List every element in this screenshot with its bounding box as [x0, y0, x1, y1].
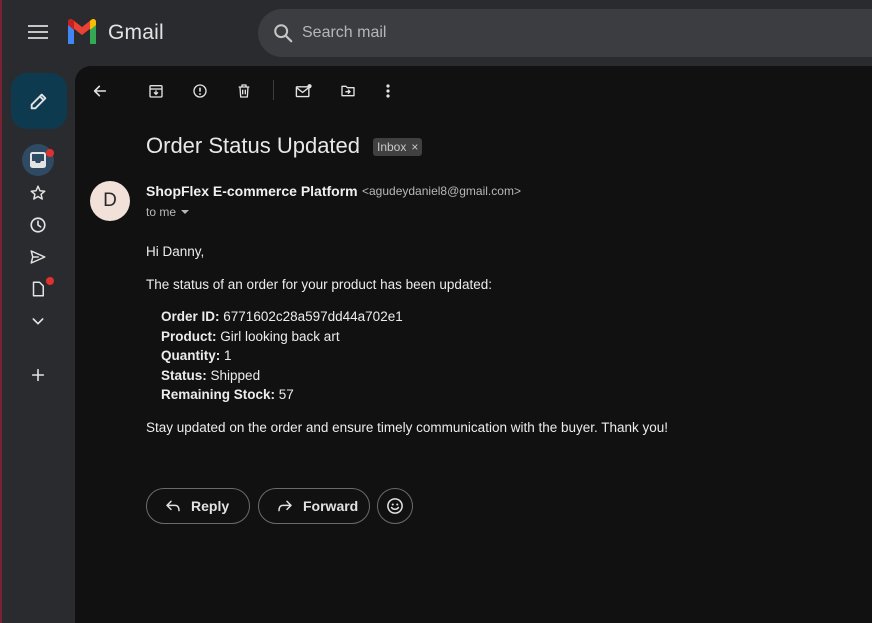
rail-item-create-label[interactable]: [22, 359, 54, 391]
archive-button[interactable]: [142, 78, 170, 104]
recipient-text: to me: [146, 205, 177, 219]
detail-key: Order ID:: [161, 309, 220, 324]
forward-button[interactable]: Forward: [258, 488, 370, 524]
app-brand-name: Gmail: [108, 21, 164, 44]
detail-key: Product:: [161, 329, 217, 344]
remove-label-button[interactable]: ×: [411, 140, 418, 154]
document-icon: [32, 281, 44, 297]
hamburger-menu-icon: [28, 25, 48, 39]
detail-key: Quantity:: [161, 348, 221, 363]
detail-value: Girl looking back art: [220, 329, 340, 344]
detail-product: Product: Girl looking back art: [161, 329, 340, 344]
detail-status: Status: Shipped: [161, 368, 260, 383]
report-spam-button[interactable]: [186, 78, 214, 104]
inbox-icon: [30, 152, 46, 168]
drafts-notification-dot: [46, 277, 54, 285]
trash-icon: [238, 84, 250, 98]
mark-unread-button[interactable]: [290, 78, 318, 104]
detail-value: 1: [224, 348, 232, 363]
search-input[interactable]: [302, 21, 602, 45]
plus-icon: [31, 368, 45, 382]
pencil-icon: [30, 93, 47, 110]
more-options-button[interactable]: [374, 78, 402, 104]
mark-unread-icon: [295, 84, 312, 98]
emoji-reaction-button[interactable]: [377, 488, 413, 524]
detail-key: Status:: [161, 368, 207, 383]
rail-item-starred[interactable]: [22, 177, 54, 209]
main-menu-button[interactable]: [22, 18, 54, 46]
rail-item-more[interactable]: [22, 305, 54, 337]
label-chip-text: Inbox: [377, 140, 407, 154]
rail-item-inbox[interactable]: [22, 144, 54, 176]
compose-button[interactable]: [11, 73, 67, 129]
email-intro: The status of an order for your product …: [146, 277, 492, 292]
rail-item-sent[interactable]: [22, 241, 54, 273]
caret-down-icon: [181, 210, 190, 214]
detail-value: 57: [278, 387, 294, 402]
search-icon[interactable]: [272, 22, 294, 44]
star-icon: [30, 185, 46, 200]
back-arrow-icon: [93, 85, 107, 97]
clock-icon: [30, 217, 46, 233]
reply-button[interactable]: Reply: [146, 488, 250, 524]
inbox-label-chip[interactable]: Inbox ×: [373, 138, 423, 156]
reply-icon: [166, 500, 180, 512]
archive-icon: [149, 85, 163, 98]
gmail-logo-icon[interactable]: [66, 18, 98, 46]
sender-name[interactable]: ShopFlex E-commerce Platform: [146, 183, 358, 199]
forward-icon: [278, 500, 292, 512]
back-button[interactable]: [86, 78, 114, 104]
email-greeting: Hi Danny,: [146, 244, 205, 259]
sender-avatar[interactable]: D: [90, 181, 130, 221]
detail-quantity: Quantity: 1: [161, 348, 232, 363]
move-to-icon: [341, 85, 355, 97]
detail-remaining-stock: Remaining Stock: 57: [161, 387, 294, 402]
detail-key: Remaining Stock:: [161, 387, 276, 402]
message-pane: Order Status Updated Inbox × D ShopFlex …: [75, 66, 872, 623]
detail-value: Shipped: [210, 368, 261, 383]
recipient-details[interactable]: to me: [146, 205, 190, 219]
window-edge-accent: [0, 0, 2, 623]
detail-order-id: Order ID: 6771602c28a597dd44a702e1: [161, 309, 403, 324]
email-subject: Order Status Updated: [146, 133, 361, 158]
inbox-notification-dot: [46, 149, 54, 157]
sender-email: <agudeydaniel8@gmail.com>: [362, 184, 521, 198]
detail-value: 6771602c28a597dd44a702e1: [223, 309, 403, 324]
delete-button[interactable]: [230, 78, 258, 104]
rail-item-snoozed[interactable]: [22, 209, 54, 241]
chevron-down-icon: [32, 318, 44, 325]
toolbar-divider: [273, 80, 274, 100]
rail-item-drafts[interactable]: [22, 273, 54, 305]
reply-label: Reply: [191, 498, 230, 514]
forward-label: Forward: [303, 498, 359, 514]
search-bar[interactable]: [258, 9, 872, 57]
more-vert-icon: [386, 84, 390, 98]
send-icon: [30, 250, 46, 264]
email-closing: Stay updated on the order and ensure tim…: [146, 420, 669, 435]
report-spam-icon: [193, 84, 207, 98]
top-bar: Gmail: [0, 0, 872, 66]
smiley-icon: [387, 498, 403, 514]
move-to-button[interactable]: [334, 78, 362, 104]
